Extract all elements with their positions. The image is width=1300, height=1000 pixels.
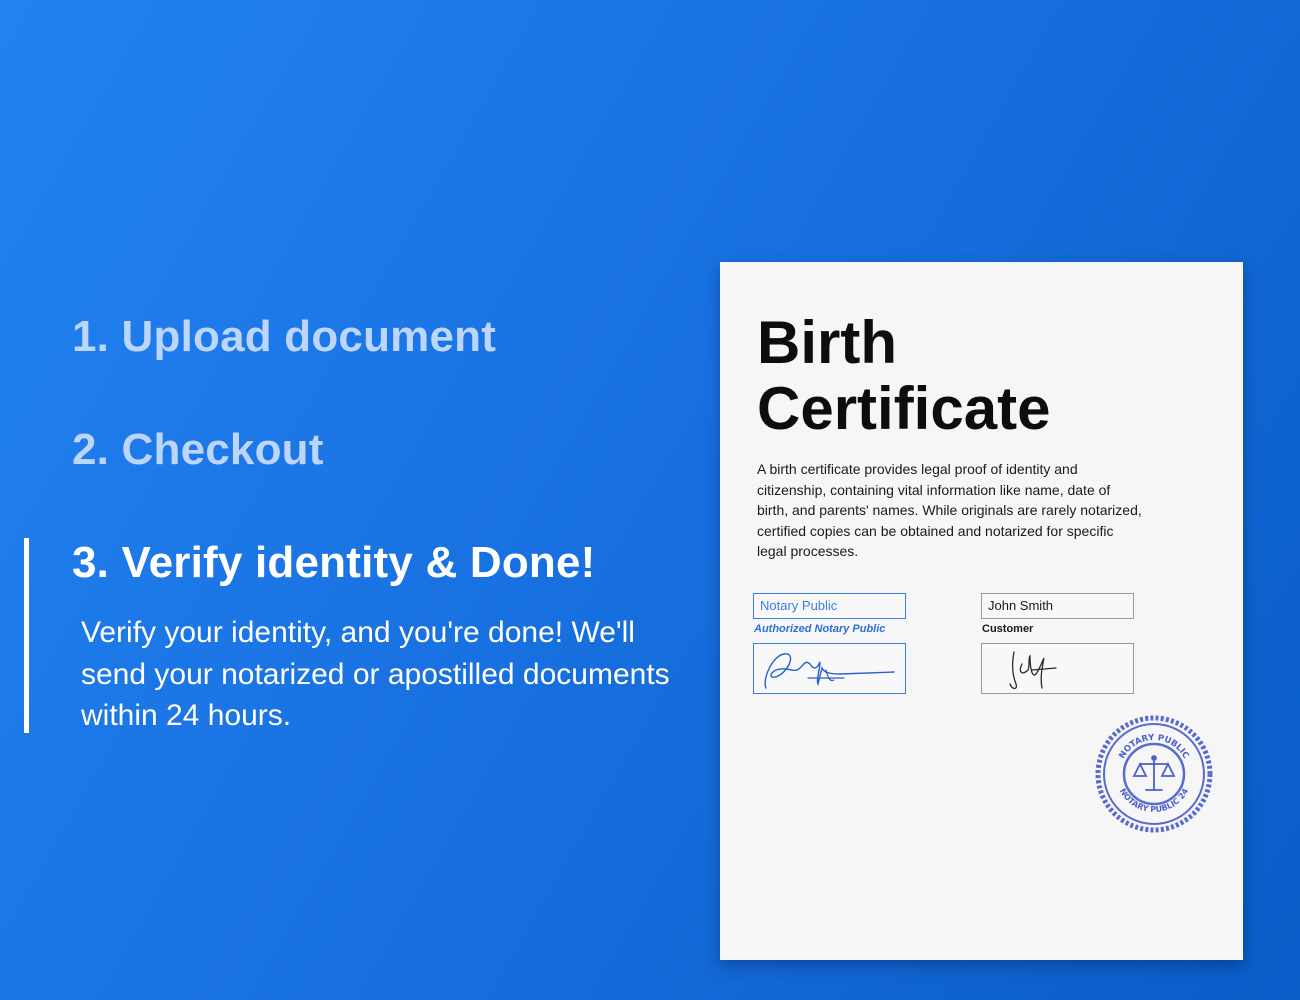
document-description: A birth certificate provides legal proof… (757, 461, 1142, 559)
customer-signature-icon (1009, 651, 1057, 690)
birth-certificate-document: Birth Certificate A birth certificate pr… (720, 262, 1243, 960)
notary-seal-icon: NOTARY PUBLIC NOTARY PUBLIC 24 (1094, 714, 1214, 834)
step-upload-document[interactable]: 1. Upload document (72, 312, 496, 362)
step-verify-identity[interactable]: 3. Verify identity & Done! (72, 538, 596, 588)
scales-of-justice-icon (1132, 755, 1176, 791)
steps-panel: 1. Upload document 2. Checkout 3. Verify… (0, 0, 680, 1000)
document-title: Birth Certificate (757, 310, 1050, 442)
document-title-line-1: Birth (757, 309, 897, 376)
notary-field-label: Authorized Notary Public (754, 623, 886, 635)
customer-name-field: John Smith (981, 593, 1134, 619)
notary-signature-box (753, 643, 906, 694)
step-checkout[interactable]: 2. Checkout (72, 425, 324, 475)
notary-signature-icon (764, 653, 895, 689)
customer-signature-box (981, 643, 1134, 694)
active-step-description: Verify your identity, and you're done! W… (81, 616, 670, 732)
customer-field-label: Customer (982, 623, 1034, 635)
notary-name-field: Notary Public (753, 593, 906, 619)
active-step-indicator (24, 538, 29, 733)
document-title-line-2: Certificate (757, 375, 1051, 442)
